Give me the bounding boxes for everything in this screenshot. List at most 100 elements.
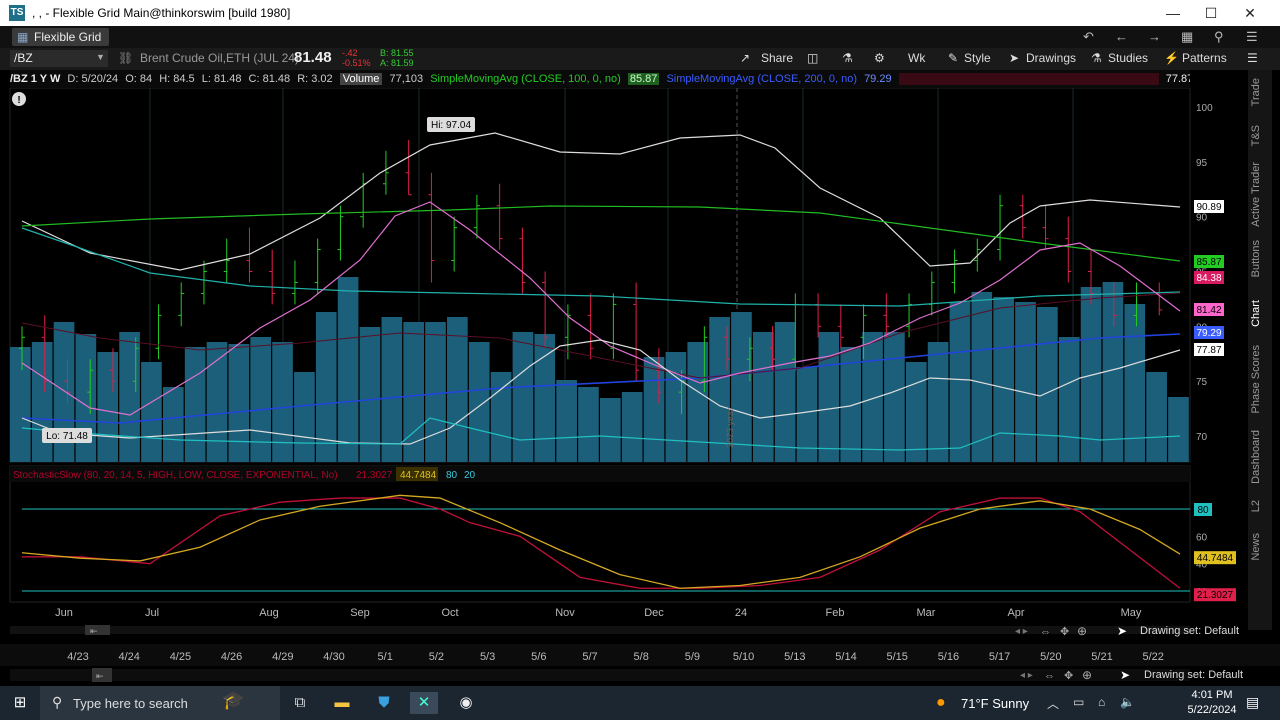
forward-icon[interactable]: →	[1148, 29, 1161, 44]
chart-scrollbar[interactable]	[10, 626, 1190, 634]
studies-icon[interactable]: ⚗	[1091, 51, 1102, 65]
chart-area[interactable]: 100959085807570 90.8985.8784.3881.4279.2…	[0, 88, 1248, 644]
toolbar-menu-icon[interactable]: ☰	[1247, 51, 1258, 65]
stoch-box-label: 21.3027	[1197, 590, 1234, 601]
tray-meet-icon[interactable]: ▭	[1073, 695, 1084, 709]
timeline-date: 5/13	[784, 651, 805, 663]
clock-date[interactable]: 5/22/2024	[1183, 704, 1241, 716]
hidden-study-label[interactable]	[898, 73, 1159, 86]
flask-icon[interactable]: ⚗	[842, 51, 853, 65]
minimize-button[interactable]: —	[1158, 3, 1188, 23]
symbol-dropdown-icon[interactable]: ▼	[96, 52, 105, 62]
aggregation-button[interactable]: Wk	[908, 51, 925, 65]
patterns-icon[interactable]: ⚡	[1164, 51, 1179, 65]
grid-layout-icon[interactable]: ▦	[1181, 29, 1193, 45]
sidebar-tab-active-trader[interactable]: Active Trader	[1250, 162, 1270, 227]
svg-text:✥: ✥	[1064, 670, 1073, 682]
thinkorswim-taskbar-icon[interactable]: ✕	[410, 692, 438, 714]
price-box-label: 81.42	[1196, 305, 1221, 316]
task-view-icon[interactable]: ⧉	[286, 692, 314, 714]
month-label: Mar	[917, 607, 936, 619]
obs-icon[interactable]: ◉	[452, 692, 480, 714]
drawings-button[interactable]: Drawings	[1026, 51, 1076, 65]
chart-period[interactable]: /BZ 1 Y W	[10, 73, 60, 85]
patterns-button[interactable]: Patterns	[1182, 51, 1227, 65]
drawing-set-label-2[interactable]: Drawing set: Default	[1144, 669, 1243, 681]
chart-toolbar: /BZ ▼ ⛓ Brent Crude Oil,ETH (JUL 24) 81.…	[0, 48, 1280, 70]
timeline-date: 5/2	[429, 651, 444, 663]
back-icon[interactable]: ←	[1115, 29, 1128, 44]
tray-chevron-icon[interactable]: ︿	[1047, 695, 1059, 712]
close-button[interactable]: ✕	[1235, 3, 1265, 23]
share-button[interactable]: Share	[761, 51, 793, 65]
study-info-line: /BZ 1 Y W D: 5/20/24 O: 84 H: 84.5 L: 81…	[10, 70, 1190, 88]
notification-icon[interactable]: ▤	[1246, 694, 1259, 711]
volume-label[interactable]: Volume	[339, 73, 383, 85]
grid-icon: ▦	[17, 30, 29, 44]
windows-start-icon[interactable]: ⊞	[6, 692, 34, 714]
taskbar-search[interactable]: ⚲ Type here to search 🎓	[40, 686, 280, 720]
sidebar-tab-dashboard[interactable]: Dashboard	[1250, 430, 1270, 484]
secondary-scrollbar[interactable]: ⇤ ◂ ▸ ⇔ ✥ ⊕ ➤ Drawing set: Default	[0, 666, 1280, 686]
zoom-icon[interactable]: ⊕	[1077, 624, 1087, 638]
weather-text[interactable]: 71°F Sunny	[961, 696, 1029, 711]
sidebar-tab-phase-scores[interactable]: Phase Scores	[1250, 345, 1270, 413]
stoch-os-value: 20	[464, 470, 476, 481]
sma100-label[interactable]: SimpleMovingAvg (CLOSE, 100, 0, no)	[430, 73, 621, 85]
grid-name-button[interactable]: ▦ Flexible Grid	[12, 28, 110, 46]
studies-button[interactable]: Studies	[1108, 51, 1148, 65]
windows-taskbar: ⊞ ⚲ Type here to search 🎓 ⧉ ▬ ⛊ ✕ ◉ ● 71…	[0, 686, 1280, 720]
stoch-label[interactable]: StochasticSlow (80, 20, 14, 5, HIGH, LOW…	[13, 470, 338, 481]
move-icon[interactable]: ✥	[1060, 626, 1069, 638]
undo-icon[interactable]: ↶	[1083, 29, 1094, 45]
last-price: 81.48	[294, 49, 332, 66]
gear-icon[interactable]: ⚙	[874, 51, 885, 65]
sidebar-tab-news[interactable]: News	[1250, 533, 1270, 561]
weather-sun-icon: ●	[936, 694, 946, 711]
month-label: 24	[735, 607, 747, 619]
volume-icon[interactable]: 🔈	[1120, 695, 1135, 709]
sma200-label[interactable]: SimpleMovingAvg (CLOSE, 200, 0, no)	[666, 73, 857, 85]
file-explorer-icon[interactable]: ▬	[328, 692, 356, 714]
drawing-set-label[interactable]: Drawing set: Default	[1140, 625, 1239, 637]
timeline-date: 5/1	[378, 651, 393, 663]
svg-text:◂ ▸: ◂ ▸	[1020, 670, 1033, 681]
sidebar-tab-chart[interactable]: Chart	[1250, 300, 1270, 327]
price-tick: 95	[1196, 158, 1208, 169]
net-change-pct: -0.51%	[342, 58, 371, 68]
clock-time[interactable]: 4:01 PM	[1190, 689, 1234, 701]
maximize-button[interactable]: ☐	[1196, 3, 1226, 23]
window-titlebar: TS , , - Flexible Grid Main@thinkorswim …	[0, 0, 1280, 26]
timeline-date: 5/3	[480, 651, 495, 663]
expand-icon[interactable]: ⇔	[1040, 626, 1051, 638]
sidebar-tab-buttons[interactable]: Buttons	[1250, 240, 1270, 277]
ohlc-high: H: 84.5	[159, 73, 195, 85]
stoch-ob-value: 80	[446, 470, 458, 481]
ohlc-close: C: 81.48	[248, 73, 291, 85]
sidebar-tab-t-s[interactable]: T&S	[1250, 125, 1270, 146]
month-label: Aug	[259, 607, 279, 619]
stoch-box-label: 44.7484	[1197, 553, 1234, 564]
menu-icon[interactable]: ☰	[1246, 29, 1258, 45]
style-button[interactable]: Style	[964, 51, 991, 65]
sma200-value: 79.29	[864, 73, 892, 85]
timeline-date: 5/22	[1142, 651, 1163, 663]
sidebar-tab-l2[interactable]: L2	[1250, 500, 1270, 512]
symbol-input[interactable]: /BZ	[10, 50, 108, 67]
chart-settings-icon[interactable]: ◫	[807, 51, 818, 65]
share-icon[interactable]: ↗	[740, 51, 750, 65]
pin-icon[interactable]: ⚲	[1214, 29, 1224, 45]
stoch-k-value: 21.3027	[356, 470, 393, 481]
security-shield-icon[interactable]: ⛊	[370, 692, 398, 714]
timeline-date: 5/21	[1091, 651, 1112, 663]
scroll-left-icon[interactable]: ◂ ▸	[1015, 626, 1028, 637]
network-icon[interactable]: ⌂	[1098, 695, 1105, 709]
month-label: Apr	[1007, 607, 1024, 619]
last-study-value: 77.87	[1165, 73, 1190, 85]
price-box-label: 77.87	[1196, 345, 1221, 356]
price-tick: 90	[1196, 213, 1208, 224]
sidebar-tab-trade[interactable]: Trade	[1250, 78, 1270, 106]
cursor-icon[interactable]: ➤	[1009, 51, 1019, 65]
link-icon[interactable]: ⛓	[118, 51, 133, 65]
style-icon[interactable]: ✎	[948, 51, 958, 65]
